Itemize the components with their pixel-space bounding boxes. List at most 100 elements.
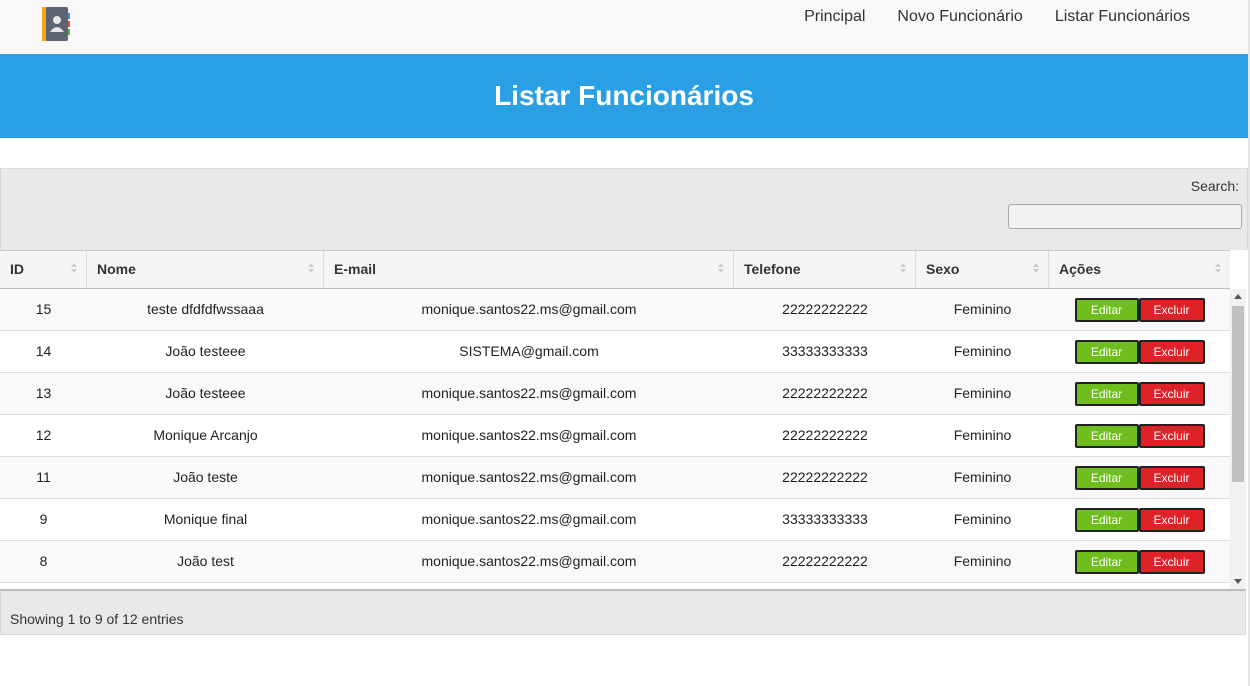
column-header-label: Nome: [97, 261, 136, 277]
delete-button[interactable]: Excluir: [1138, 550, 1205, 575]
sort-icon: [718, 263, 724, 273]
cell-acoes: Editar Excluir: [1049, 499, 1230, 540]
table-body: 15 teste dfdfdfwssaaa monique.santos22.m…: [0, 289, 1246, 589]
cell-email: monique.santos22.ms@gmail.com: [421, 301, 637, 317]
cell-email: monique.santos22.ms@gmail.com: [421, 385, 637, 401]
edit-button[interactable]: Editar: [1074, 340, 1139, 365]
column-header-sexo[interactable]: Sexo: [916, 251, 1049, 288]
column-header-email[interactable]: E-mail: [324, 251, 734, 288]
nav-menu: Principal Novo Funcionário Listar Funcio…: [772, 8, 1190, 26]
cell-acoes: Editar Excluir: [1049, 415, 1230, 456]
column-header-nome[interactable]: Nome: [87, 251, 324, 288]
cell-nome: João testeee: [165, 385, 246, 401]
cell-telefone: 22222222222: [782, 469, 868, 485]
scroll-down-arrow-icon[interactable]: [1234, 579, 1242, 584]
nav-link-principal[interactable]: Principal: [804, 8, 865, 26]
cell-nome: Monique Arcanjo: [153, 427, 258, 443]
table-row: 8 João test monique.santos22.ms@gmail.co…: [0, 541, 1230, 583]
sort-icon: [1215, 263, 1221, 273]
contact-book-icon[interactable]: [42, 7, 70, 41]
column-header-label: ID: [10, 261, 24, 277]
sort-icon: [308, 263, 314, 273]
delete-button[interactable]: Excluir: [1138, 340, 1205, 365]
edit-button[interactable]: Editar: [1074, 508, 1139, 533]
table-header: ID Nome E-mail Telefone Sexo Ações: [0, 250, 1230, 289]
sort-icon: [71, 263, 77, 273]
table-row: 14 João testeee SISTEMA@gmail.com 333333…: [0, 331, 1230, 373]
cell-email: monique.santos22.ms@gmail.com: [421, 553, 637, 569]
cell-sexo: Feminino: [953, 301, 1012, 317]
cell-acoes: Editar Excluir: [1049, 541, 1230, 582]
table-scrollbar[interactable]: [1230, 289, 1246, 589]
cell-email: monique.santos22.ms@gmail.com: [421, 469, 637, 485]
column-header-telefone[interactable]: Telefone: [734, 251, 916, 288]
cell-nome: João test: [177, 553, 234, 569]
search-input[interactable]: [1008, 204, 1242, 229]
cell-nome: João testeee: [165, 343, 246, 359]
cell-email: monique.santos22.ms@gmail.com: [421, 511, 637, 527]
column-header-label: Sexo: [926, 261, 960, 277]
cell-email: SISTEMA@gmail.com: [459, 343, 599, 359]
page-title: Listar Funcionários: [494, 80, 754, 111]
edit-button[interactable]: Editar: [1074, 550, 1139, 575]
nav-link-listar-funcionarios[interactable]: Listar Funcionários: [1055, 8, 1190, 26]
cell-sexo: Feminino: [953, 469, 1012, 485]
edit-button[interactable]: Editar: [1074, 298, 1139, 323]
table-footer: Showing 1 to 9 of 12 entries: [0, 589, 1246, 635]
cell-id: 15: [35, 301, 52, 317]
cell-acoes: Editar Excluir: [1049, 331, 1230, 372]
navbar: Principal Novo Funcionário Listar Funcio…: [0, 0, 1248, 54]
cell-telefone: 22222222222: [782, 385, 868, 401]
table-row: 9 Monique final monique.santos22.ms@gmai…: [0, 499, 1230, 541]
cell-acoes: Editar Excluir: [1049, 373, 1230, 414]
column-header-acoes[interactable]: Ações: [1049, 251, 1230, 288]
edit-button[interactable]: Editar: [1074, 466, 1139, 491]
table-row: 13 João testeee monique.santos22.ms@gmai…: [0, 373, 1230, 415]
cell-sexo: Feminino: [953, 511, 1012, 527]
table-info: Showing 1 to 9 of 12 entries: [10, 611, 184, 627]
delete-button[interactable]: Excluir: [1138, 466, 1205, 491]
cell-sexo: Feminino: [953, 427, 1012, 443]
cell-nome: teste dfdfdfwssaaa: [147, 301, 264, 317]
table-row: 11 João teste monique.santos22.ms@gmail.…: [0, 457, 1230, 499]
cell-sexo: Feminino: [953, 553, 1012, 569]
cell-telefone: 22222222222: [782, 427, 868, 443]
cell-id: 13: [35, 385, 52, 401]
delete-button[interactable]: Excluir: [1138, 508, 1205, 533]
cell-email: monique.santos22.ms@gmail.com: [421, 427, 637, 443]
table-toolbar: Search:: [0, 168, 1248, 250]
cell-id: 9: [39, 511, 48, 527]
delete-button[interactable]: Excluir: [1138, 298, 1205, 323]
cell-id: 8: [39, 553, 48, 569]
table-row: 15 teste dfdfdfwssaaa monique.santos22.m…: [0, 289, 1230, 331]
cell-sexo: Feminino: [953, 343, 1012, 359]
cell-nome: João teste: [173, 469, 238, 485]
table-row: 12 Monique Arcanjo monique.santos22.ms@g…: [0, 415, 1230, 457]
sort-icon: [1033, 263, 1039, 273]
cell-acoes: Editar Excluir: [1049, 457, 1230, 498]
page-banner: Listar Funcionários: [0, 54, 1248, 138]
column-header-label: Ações: [1059, 261, 1102, 277]
nav-link-novo-funcionario[interactable]: Novo Funcionário: [897, 8, 1022, 26]
cell-telefone: 33333333333: [782, 511, 868, 527]
cell-telefone: 22222222222: [782, 553, 868, 569]
search-label: Search:: [1190, 178, 1239, 194]
cell-telefone: 22222222222: [782, 301, 868, 317]
edit-button[interactable]: Editar: [1074, 382, 1139, 407]
cell-id: 12: [35, 427, 52, 443]
delete-button[interactable]: Excluir: [1138, 424, 1205, 449]
scroll-up-arrow-icon[interactable]: [1234, 294, 1242, 299]
column-header-id[interactable]: ID: [0, 251, 87, 288]
column-header-label: Telefone: [744, 261, 801, 277]
column-header-label: E-mail: [334, 261, 377, 277]
cell-id: 11: [36, 469, 51, 485]
cell-nome: Monique final: [163, 511, 248, 527]
cell-acoes: Editar Excluir: [1049, 289, 1230, 330]
cell-id: 14: [35, 343, 52, 359]
edit-button[interactable]: Editar: [1074, 424, 1139, 449]
sort-icon: [900, 263, 906, 273]
cell-telefone: 33333333333: [782, 343, 868, 359]
cell-sexo: Feminino: [953, 385, 1012, 401]
scrollbar-thumb[interactable]: [1232, 306, 1244, 482]
delete-button[interactable]: Excluir: [1138, 382, 1205, 407]
